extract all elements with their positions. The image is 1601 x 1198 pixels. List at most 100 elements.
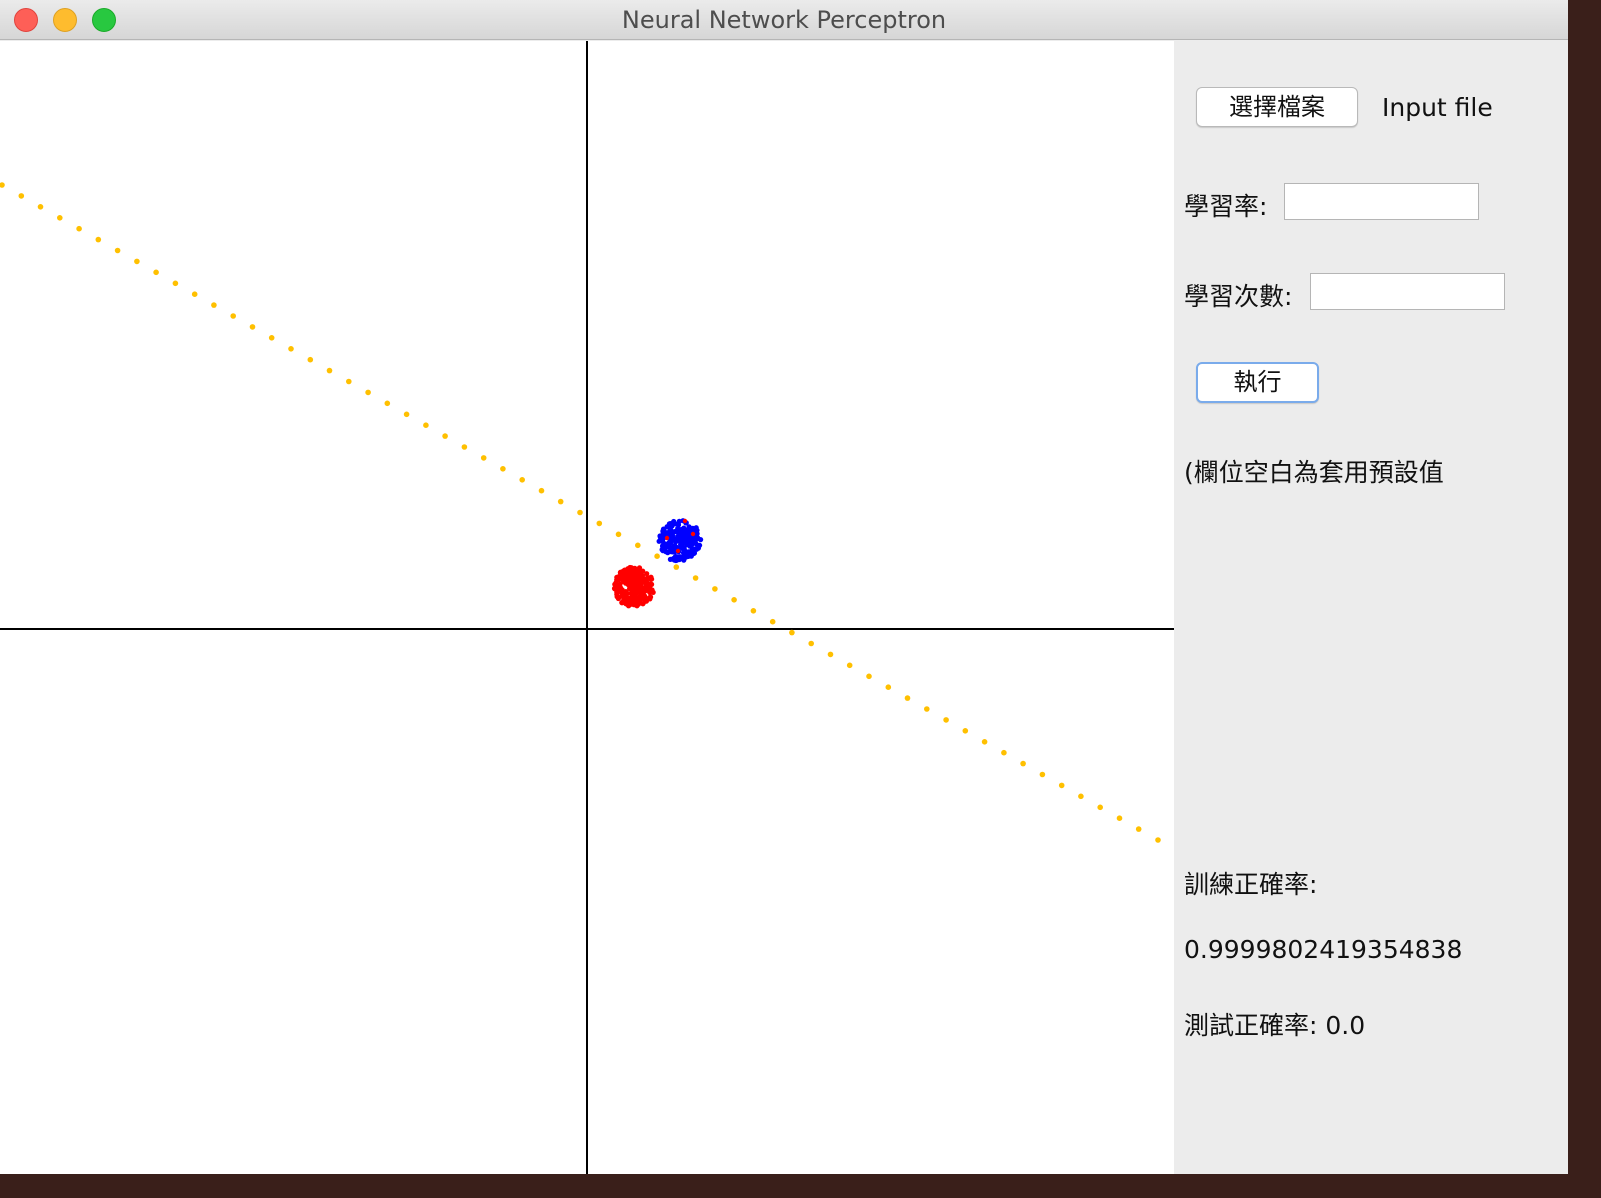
boundary-dot xyxy=(326,367,333,374)
boundary-dot xyxy=(18,193,25,199)
title-bar: Neural Network Perceptron xyxy=(0,0,1568,40)
test-accuracy-label: 測試正確率: xyxy=(1184,1011,1318,1040)
boundary-dot xyxy=(789,629,795,636)
class-b-point xyxy=(684,539,690,545)
boundary-dot xyxy=(692,575,699,581)
boundary-dot xyxy=(288,346,294,352)
boundary-dot xyxy=(480,455,487,461)
boundary-dot xyxy=(442,433,448,439)
class-a-point xyxy=(627,597,634,603)
class-b-points xyxy=(656,518,704,564)
class-a-point xyxy=(612,581,618,588)
boundary-dot xyxy=(0,182,5,188)
class-b-point xyxy=(681,546,687,552)
class-a-point xyxy=(628,585,634,591)
input-file-label: Input file xyxy=(1382,93,1493,122)
iterations-input[interactable] xyxy=(1310,273,1505,310)
boundary-dot xyxy=(596,520,603,527)
boundary-dot xyxy=(95,236,102,243)
class-a-point xyxy=(617,574,623,581)
plot-canvas xyxy=(0,41,1174,1174)
boundary-dot xyxy=(153,269,159,276)
class-a-point xyxy=(690,531,696,537)
class-b-point xyxy=(676,535,682,541)
boundary-dot xyxy=(904,695,911,701)
boundary-dot xyxy=(114,247,121,254)
class-b-point xyxy=(658,537,664,543)
class-a-point xyxy=(664,535,670,541)
boundary-dot xyxy=(827,651,834,658)
boundary-dot xyxy=(307,356,314,363)
class-a-point xyxy=(621,592,627,599)
boundary-dot xyxy=(230,313,236,319)
learning-rate-input[interactable] xyxy=(1284,183,1479,220)
iterations-label: 學習次數: xyxy=(1184,282,1293,311)
class-b-point xyxy=(672,556,679,562)
class-b-point xyxy=(686,524,692,530)
boundary-dot xyxy=(37,204,44,210)
class-a-point xyxy=(675,548,681,554)
class-a-point xyxy=(682,518,688,524)
class-a-point xyxy=(647,589,653,596)
class-a-point xyxy=(633,601,639,608)
boundary-dot xyxy=(249,324,256,330)
boundary-dot xyxy=(1097,804,1103,811)
class-a-point xyxy=(640,588,646,594)
class-b-point xyxy=(695,542,701,548)
boundary-dot xyxy=(981,739,988,745)
boundary-dot xyxy=(57,215,63,221)
boundary-dot xyxy=(635,542,641,549)
choose-file-button[interactable]: 選擇檔案 xyxy=(1196,87,1358,127)
boundary-dot xyxy=(76,225,82,232)
boundary-dot xyxy=(211,302,217,308)
class-b-point xyxy=(667,529,673,535)
boundary-dot xyxy=(365,389,371,396)
window-title: Neural Network Perceptron xyxy=(621,6,947,34)
boundary-dot xyxy=(1078,793,1084,800)
run-button[interactable]: 執行 xyxy=(1196,362,1319,403)
boundary-dot xyxy=(1039,771,1046,778)
boundary-dot xyxy=(1116,815,1123,821)
boundary-dot xyxy=(577,509,583,516)
boundary-dot xyxy=(962,728,969,734)
class-a-point xyxy=(625,566,631,572)
class-b-point xyxy=(673,528,679,535)
boundary-dot xyxy=(134,258,140,265)
class-a-point xyxy=(648,574,654,580)
class-a-point xyxy=(645,580,651,587)
boundary-dot xyxy=(750,608,757,614)
boundary-dot xyxy=(172,280,179,287)
class-a-point xyxy=(616,594,622,600)
class-a-point xyxy=(637,571,644,577)
boundary-dot xyxy=(654,553,660,559)
boundary-dot xyxy=(712,586,718,592)
boundary-dot xyxy=(924,706,930,712)
boundary-dot xyxy=(1001,749,1007,756)
boundary-dot xyxy=(866,673,872,680)
boundary-dot xyxy=(943,717,949,723)
boundary-dot xyxy=(1020,760,1026,767)
test-accuracy-value: 0.0 xyxy=(1325,1011,1366,1040)
class-a-point xyxy=(634,596,641,602)
class-a-point xyxy=(623,578,629,584)
class-a-point xyxy=(632,573,638,579)
boundary-dot xyxy=(519,477,525,483)
class-a-point xyxy=(631,578,637,584)
plot-svg xyxy=(0,41,1174,1174)
boundary-dot xyxy=(268,335,275,341)
boundary-dot xyxy=(731,597,737,603)
control-panel: 選擇檔案 Input file 學習率: 學習次數: 執行 (欄位空白為套用預設… xyxy=(1174,41,1568,1174)
boundary-dot xyxy=(615,531,622,538)
train-accuracy-label: 訓練正確率: xyxy=(1184,870,1318,899)
default-hint-text: (欄位空白為套用預設值 xyxy=(1184,458,1444,487)
class-a-point xyxy=(638,578,645,585)
class-a-point xyxy=(617,570,624,576)
app-window: Neural Network Perceptron 選擇檔案 Input fil… xyxy=(0,0,1568,1174)
boundary-dot xyxy=(557,498,564,505)
class-a-point xyxy=(615,587,621,593)
class-b-point xyxy=(661,528,667,534)
boundary-dot xyxy=(461,444,468,450)
boundary-dot xyxy=(191,291,198,297)
class-b-point xyxy=(694,531,700,537)
boundary-dot xyxy=(346,378,352,385)
